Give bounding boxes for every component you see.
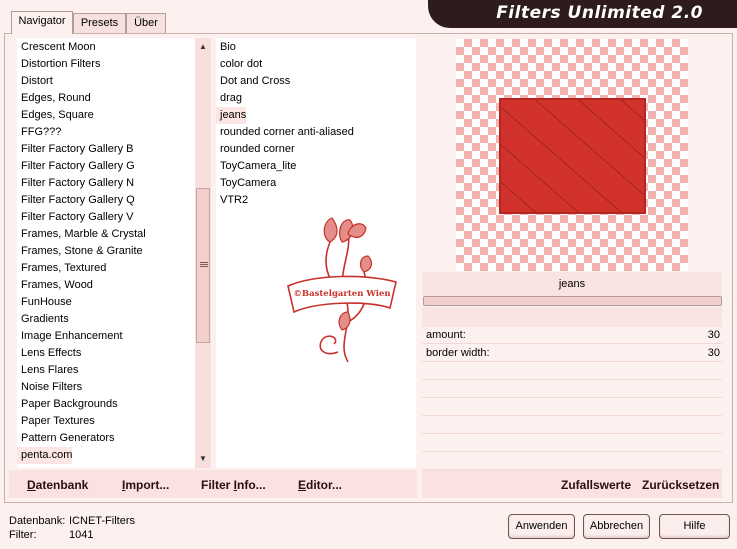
app-title: Filters Unlimited 2.0 [496, 3, 703, 23]
status-database: Datenbank: ICNET-Filters [9, 515, 135, 527]
filter-item[interactable]: VTR2 [216, 192, 248, 209]
watermark-logo: ©Bastelgarten Wien [287, 217, 397, 363]
watermark-text: ©Bastelgarten Wien [293, 289, 390, 299]
category-item[interactable]: Frames, Marble & Crystal [17, 226, 146, 243]
filter-item[interactable]: jeans [216, 107, 247, 124]
filter-item[interactable]: drag [216, 90, 242, 107]
param-row-amount[interactable]: amount: 30 [422, 327, 722, 344]
param-value[interactable]: 30 [708, 347, 720, 359]
scroll-down-arrow-icon[interactable]: ▼ [195, 451, 211, 467]
category-scrollbar[interactable]: ▲ ▼ [195, 38, 211, 468]
category-item[interactable]: Filter Factory Gallery B [17, 141, 133, 158]
tab-presets[interactable]: Presets [73, 13, 126, 33]
category-item[interactable]: Paper Backgrounds [17, 396, 118, 413]
param-row-empty [422, 363, 722, 380]
category-item[interactable]: Noise Filters [17, 379, 82, 396]
param-row-empty [422, 399, 722, 416]
randomize-button[interactable]: Zufallswerte [561, 478, 631, 492]
filter-item[interactable]: Dot and Cross [216, 73, 290, 90]
category-item[interactable]: Lens Effects [17, 345, 81, 362]
tab-navigator[interactable]: Navigator [11, 11, 73, 34]
param-row-empty [422, 435, 722, 452]
import-button[interactable]: Import... [122, 478, 169, 492]
preview-image [499, 98, 646, 214]
preview-label-bar: jeans [422, 272, 722, 296]
tab-ueber[interactable]: Über [126, 13, 166, 33]
param-row-empty [422, 381, 722, 398]
category-item[interactable]: Paper Textures [17, 413, 95, 430]
param-row-border-width[interactable]: border width: 30 [422, 345, 722, 362]
category-item[interactable]: Edges, Round [17, 90, 91, 107]
filter-item[interactable]: color dot [216, 56, 262, 73]
filter-item[interactable]: Bio [216, 39, 236, 56]
cancel-button[interactable]: Abbrechen [583, 514, 650, 539]
filter-item[interactable]: ToyCamera_lite [216, 158, 296, 175]
category-item[interactable]: Frames, Stone & Granite [17, 243, 143, 260]
category-item[interactable]: Crescent Moon [17, 39, 96, 56]
preview-canvas [456, 39, 688, 271]
reset-button[interactable]: Zurücksetzen [642, 478, 719, 492]
category-item[interactable]: Edges, Square [17, 107, 94, 124]
filter-count: 1041 [69, 529, 94, 541]
scroll-up-arrow-icon[interactable]: ▲ [195, 39, 211, 55]
category-list[interactable]: Crescent Moon Distortion Filters Distort Ed… [17, 38, 195, 468]
status-filter: Filter: 1041 [9, 529, 94, 541]
filter-info-button[interactable]: Filter Info... [201, 478, 266, 492]
database-name: ICNET-Filters [69, 515, 135, 527]
param-label: amount: [426, 329, 466, 341]
category-item[interactable]: FunHouse [17, 294, 72, 311]
editor-button[interactable]: Editor... [298, 478, 342, 492]
title-bar: Filters Unlimited 2.0 [428, 0, 737, 28]
param-row-empty [422, 453, 722, 470]
param-value[interactable]: 30 [708, 329, 720, 341]
help-button[interactable]: Hilfe [659, 514, 730, 539]
filter-list[interactable]: Bio color dot Dot and Cross drag jeans rounde… [216, 38, 416, 468]
category-item[interactable]: Pattern Generators [17, 430, 115, 447]
preview-slider[interactable] [423, 296, 722, 306]
scroll-thumb[interactable] [196, 188, 210, 343]
param-label: border width: [426, 347, 490, 359]
filter-item[interactable]: rounded corner [216, 141, 295, 158]
preview-label: jeans [558, 278, 586, 290]
category-item[interactable]: Gradients [17, 311, 69, 328]
param-row-empty [422, 417, 722, 434]
category-item[interactable]: Distort [17, 73, 53, 90]
filter-item[interactable]: rounded corner anti-aliased [216, 124, 354, 141]
category-item[interactable]: FFG??? [17, 124, 61, 141]
category-item[interactable]: Filter Factory Gallery Q [17, 192, 135, 209]
database-button[interactable]: Datenbank [27, 478, 88, 492]
category-item[interactable]: Lens Flares [17, 362, 78, 379]
category-item[interactable]: Distortion Filters [17, 56, 100, 73]
param-header [422, 307, 722, 327]
apply-button[interactable]: Anwenden [508, 514, 575, 539]
filter-item[interactable]: ToyCamera [216, 175, 276, 192]
category-item[interactable]: Image Enhancement [17, 328, 123, 345]
category-item[interactable]: Filter Factory Gallery N [17, 175, 134, 192]
category-item[interactable]: Filter Factory Gallery G [17, 158, 135, 175]
category-item[interactable]: penta.com [17, 447, 73, 464]
category-item[interactable]: Frames, Wood [17, 277, 93, 294]
category-item[interactable]: Filter Factory Gallery V [17, 209, 133, 226]
category-item[interactable]: Frames, Textured [17, 260, 106, 277]
